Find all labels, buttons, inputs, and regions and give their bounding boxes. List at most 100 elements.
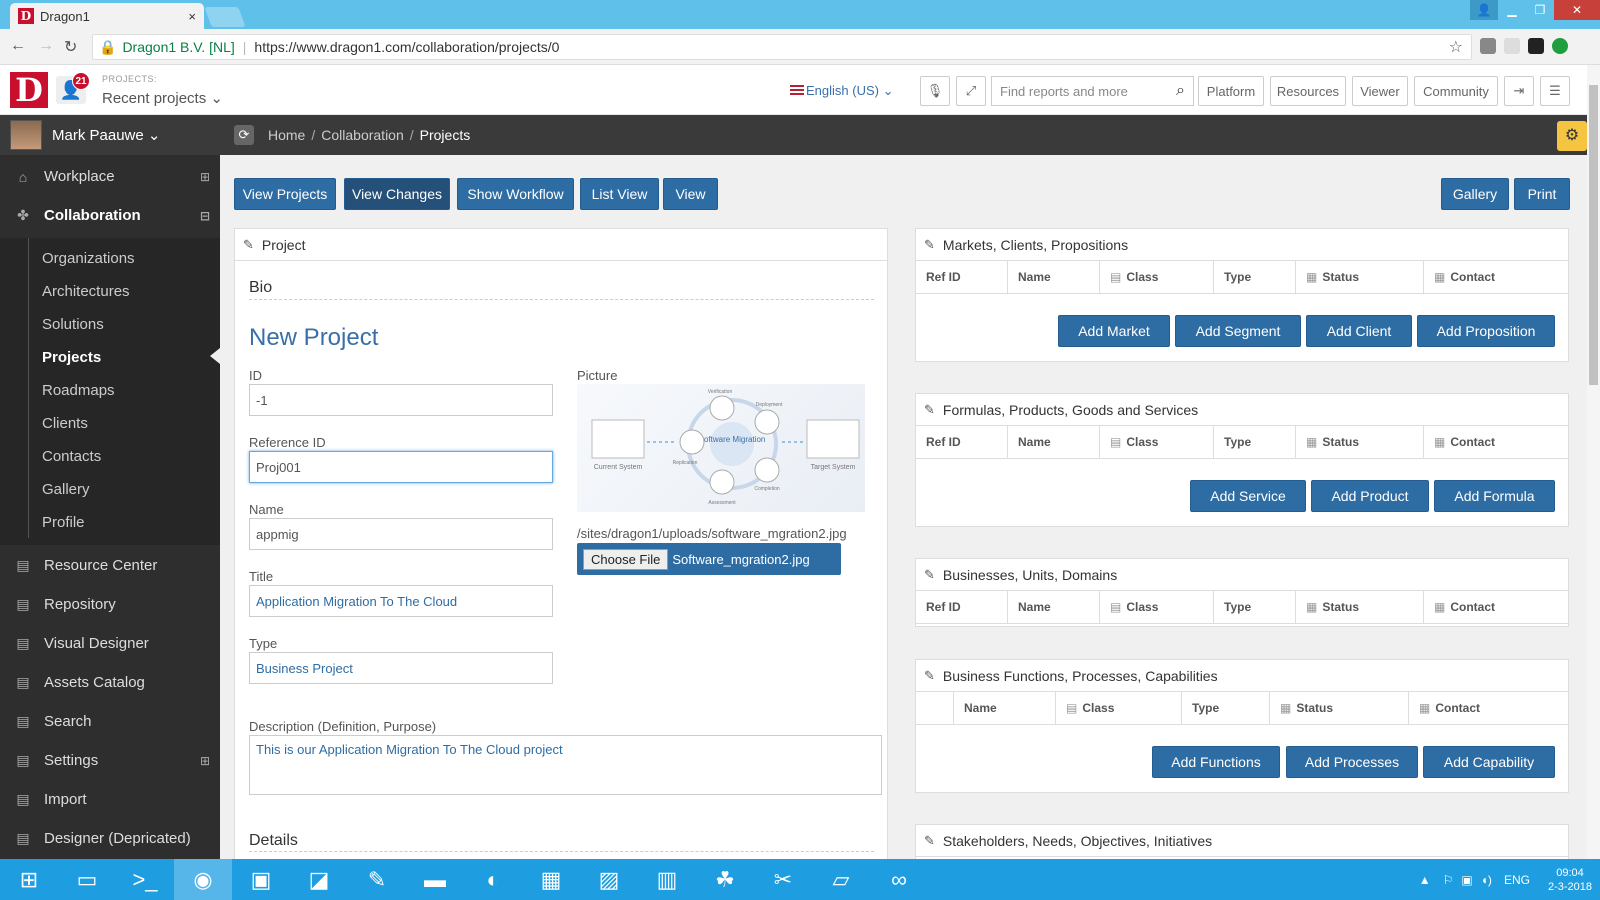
col-contact[interactable]: ▦ Contact <box>1424 426 1568 458</box>
col-status[interactable]: ▦ Status <box>1270 692 1409 724</box>
checkbox-extension-icon[interactable] <box>1528 38 1544 54</box>
col-type[interactable]: Type <box>1214 426 1296 458</box>
reload-icon[interactable]: ↻ <box>64 37 77 57</box>
col-class[interactable]: ▤ Class <box>1056 692 1182 724</box>
sidebar-sub-projects[interactable]: Projects <box>42 349 101 366</box>
monitor-app-icon[interactable]: ▦ <box>522 859 580 900</box>
url-box[interactable]: 🔒 Dragon1 B.V. [NL] | https://www.dragon… <box>92 34 1472 60</box>
col-ref-id[interactable]: Ref ID <box>916 261 1008 293</box>
tools-app-icon[interactable]: ✂ <box>754 859 812 900</box>
col-type[interactable]: Type <box>1182 692 1270 724</box>
list-view-button[interactable]: List View <box>580 178 659 210</box>
new-tab-button[interactable] <box>204 7 246 27</box>
add-capability-button[interactable]: Add Capability <box>1423 746 1555 778</box>
volume-icon[interactable]: ◖) <box>1481 873 1492 887</box>
pdf-app-icon[interactable]: ◪ <box>290 859 348 900</box>
expand-icon[interactable]: ⊞ <box>200 170 210 184</box>
find-reports-input[interactable]: Find reports and more ⌕ <box>991 76 1194 106</box>
col-type[interactable]: Type <box>1214 261 1296 293</box>
windows-start-icon[interactable]: ⊞ <box>0 859 58 900</box>
sidebar-item-resource-center[interactable]: ▤ Resource Center <box>0 546 220 585</box>
add-processes-button[interactable]: Add Processes <box>1286 746 1418 778</box>
collapse-icon[interactable]: ⊟ <box>200 209 210 223</box>
back-icon[interactable]: ← <box>10 37 26 55</box>
close-window-icon[interactable]: ✕ <box>1554 0 1600 20</box>
chart-app-icon[interactable]: ✎ <box>348 859 406 900</box>
nav-resources[interactable]: Resources <box>1270 76 1346 106</box>
add-client-button[interactable]: Add Client <box>1306 315 1412 347</box>
name-field[interactable]: appmig <box>249 518 553 550</box>
dragon-app-icon[interactable]: ☘ <box>696 859 754 900</box>
refresh-icon[interactable]: ⟳ <box>234 125 254 145</box>
col-class[interactable]: ▤ Class <box>1100 426 1214 458</box>
sidebar-sub-clients[interactable]: Clients <box>42 415 88 432</box>
update-extension-icon[interactable] <box>1552 38 1568 54</box>
forward-icon[interactable]: → <box>38 37 54 55</box>
description-textarea[interactable]: This is our Application Migration To The… <box>249 735 882 795</box>
sidebar-item-import[interactable]: ▤ Import <box>0 780 220 819</box>
breadcrumb-collaboration[interactable]: Collaboration <box>321 127 404 143</box>
sidebar-item-collaboration[interactable]: ✤ Collaboration ⊟ <box>0 196 220 235</box>
sidebar-sub-profile[interactable]: Profile <box>42 514 85 531</box>
language-indicator[interactable]: ENG <box>1504 873 1530 887</box>
col-name[interactable]: Name <box>1008 591 1100 623</box>
tray-expand-icon[interactable]: ▲ <box>1419 873 1431 887</box>
col-status[interactable]: ▦ Status <box>1296 591 1424 623</box>
sidebar-item-search[interactable]: ▤ Search <box>0 702 220 741</box>
sidebar-sub-gallery[interactable]: Gallery <box>42 481 90 498</box>
add-market-button[interactable]: Add Market <box>1058 315 1170 347</box>
sidebar-sub-contacts[interactable]: Contacts <box>42 448 101 465</box>
photos-icon[interactable]: ▨ <box>580 859 638 900</box>
browser-tab[interactable]: D Dragon1 × <box>10 3 204 29</box>
col-contact[interactable]: ▦ Contact <box>1409 692 1568 724</box>
dragon1-logo[interactable]: D <box>10 72 48 108</box>
add-formula-button[interactable]: Add Formula <box>1434 480 1555 512</box>
language-selector[interactable]: English (US) ⌄ <box>806 83 893 99</box>
sidebar-user[interactable]: Mark Paauwe ⌄ <box>0 115 220 155</box>
view-projects-button[interactable]: View Projects <box>234 178 336 210</box>
col-contact[interactable]: ▦ Contact <box>1424 591 1568 623</box>
minimize-icon[interactable]: ▁ <box>1498 0 1526 20</box>
add-service-button[interactable]: Add Service <box>1190 480 1306 512</box>
sidebar-sub-roadmaps[interactable]: Roadmaps <box>42 382 115 399</box>
filter-extension-icon[interactable] <box>1504 38 1520 54</box>
col-class[interactable]: ▤ Class <box>1100 261 1214 293</box>
tab-close-icon[interactable]: × <box>188 9 196 24</box>
type-field[interactable]: Business Project <box>249 652 553 684</box>
clock[interactable]: 09:04 2-3-2018 <box>1548 866 1592 894</box>
reference-id-field[interactable]: Proj001 <box>249 451 553 483</box>
col-type[interactable]: Type <box>1214 591 1296 623</box>
file-upload[interactable]: Choose File Software_mgration2.jpg <box>577 543 841 575</box>
nav-viewer[interactable]: Viewer <box>1352 76 1408 106</box>
col-class[interactable]: ▤ Class <box>1100 591 1214 623</box>
sidebar-item-visual-designer[interactable]: ▤ Visual Designer <box>0 624 220 663</box>
add-functions-button[interactable]: Add Functions <box>1152 746 1280 778</box>
show-workflow-button[interactable]: Show Workflow <box>457 178 574 210</box>
fullscreen-button[interactable]: ⤢ <box>956 76 986 106</box>
save-app-icon[interactable]: ▣ <box>232 859 290 900</box>
network-icon[interactable]: ▣ <box>1461 873 1472 887</box>
sidebar-sub-solutions[interactable]: Solutions <box>42 316 104 333</box>
expand-icon[interactable]: ⊞ <box>200 754 210 768</box>
logout-button[interactable]: ⇥ <box>1504 76 1534 106</box>
settings-gear-button[interactable]: ⚙ <box>1557 121 1587 151</box>
title-field[interactable]: Application Migration To The Cloud <box>249 585 553 617</box>
folder-icon[interactable]: ▬ <box>406 859 464 900</box>
microphone-button[interactable]: 🎙 <box>920 76 950 106</box>
chrome-icon[interactable]: ◉ <box>174 859 232 900</box>
file-manager-icon[interactable]: ▭ <box>58 859 116 900</box>
scrollbar-thumb[interactable] <box>1589 85 1598 385</box>
view-button[interactable]: View <box>663 178 718 210</box>
infinity-app-icon[interactable]: ∞ <box>870 859 928 900</box>
server-app-icon[interactable]: ▥ <box>638 859 696 900</box>
id-field[interactable]: -1 <box>249 384 553 416</box>
add-product-button[interactable]: Add Product <box>1311 480 1429 512</box>
flag-icon[interactable]: ⚐ <box>1443 873 1454 887</box>
recent-projects-dropdown[interactable]: Recent projects ⌄ <box>102 89 223 107</box>
sidebar-sub-architectures[interactable]: Architectures <box>42 283 130 300</box>
col-status[interactable]: ▦ Status <box>1296 261 1424 293</box>
col-contact[interactable]: ▦ Contact <box>1424 261 1568 293</box>
col-name[interactable]: Name <box>1008 426 1100 458</box>
add-proposition-button[interactable]: Add Proposition <box>1417 315 1555 347</box>
nav-community[interactable]: Community <box>1414 76 1498 106</box>
